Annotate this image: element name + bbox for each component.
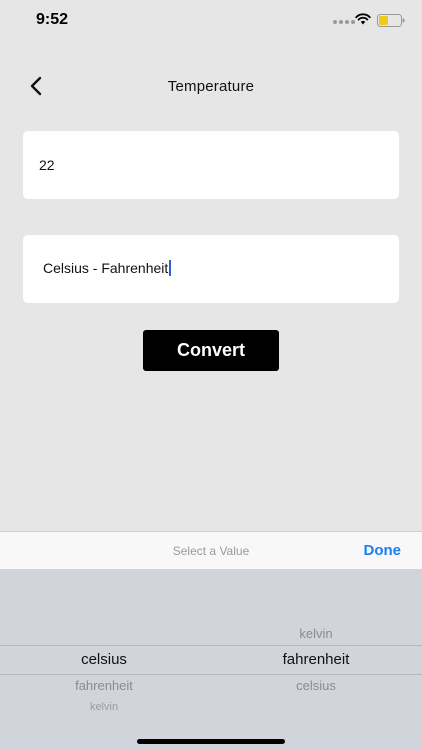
convert-button[interactable]: Convert bbox=[143, 330, 279, 371]
cellular-signal-icon bbox=[333, 20, 355, 24]
left-picker-option[interactable]: fahrenheit bbox=[34, 678, 174, 693]
text-caret bbox=[169, 260, 172, 276]
done-button[interactable]: Done bbox=[364, 542, 402, 559]
value-input[interactable]: 22 bbox=[23, 131, 399, 199]
status-bar: 9:52 bbox=[0, 0, 422, 44]
status-time: 9:52 bbox=[36, 11, 69, 28]
wifi-icon bbox=[355, 13, 371, 25]
picker-hint: Select a Value bbox=[172, 544, 250, 558]
picker-toolbar: Select a Value Done bbox=[0, 531, 422, 570]
page-title: Temperature bbox=[167, 78, 255, 95]
value-input-text: 22 bbox=[39, 157, 55, 173]
conversion-unit-field[interactable]: Celsius - Fahrenheit bbox=[23, 235, 399, 303]
right-picker-option[interactable]: celsius bbox=[246, 678, 386, 693]
nav-bar: Temperature bbox=[0, 64, 422, 108]
unit-picker[interactable]: celsius fahrenheit kelvin kelvin fahrenh… bbox=[0, 569, 422, 750]
right-picker-option[interactable]: kelvin bbox=[246, 626, 386, 641]
home-indicator bbox=[137, 739, 285, 744]
battery-icon bbox=[377, 14, 405, 27]
conversion-unit-field-wrapper: Celsius - Fahrenheit bbox=[43, 260, 172, 276]
right-picker-selected-option[interactable]: fahrenheit bbox=[246, 651, 386, 668]
left-picker-selected-option[interactable]: celsius bbox=[34, 651, 174, 668]
conversion-unit-text: Celsius - Fahrenheit bbox=[43, 260, 169, 276]
left-picker-option[interactable]: kelvin bbox=[34, 701, 174, 713]
